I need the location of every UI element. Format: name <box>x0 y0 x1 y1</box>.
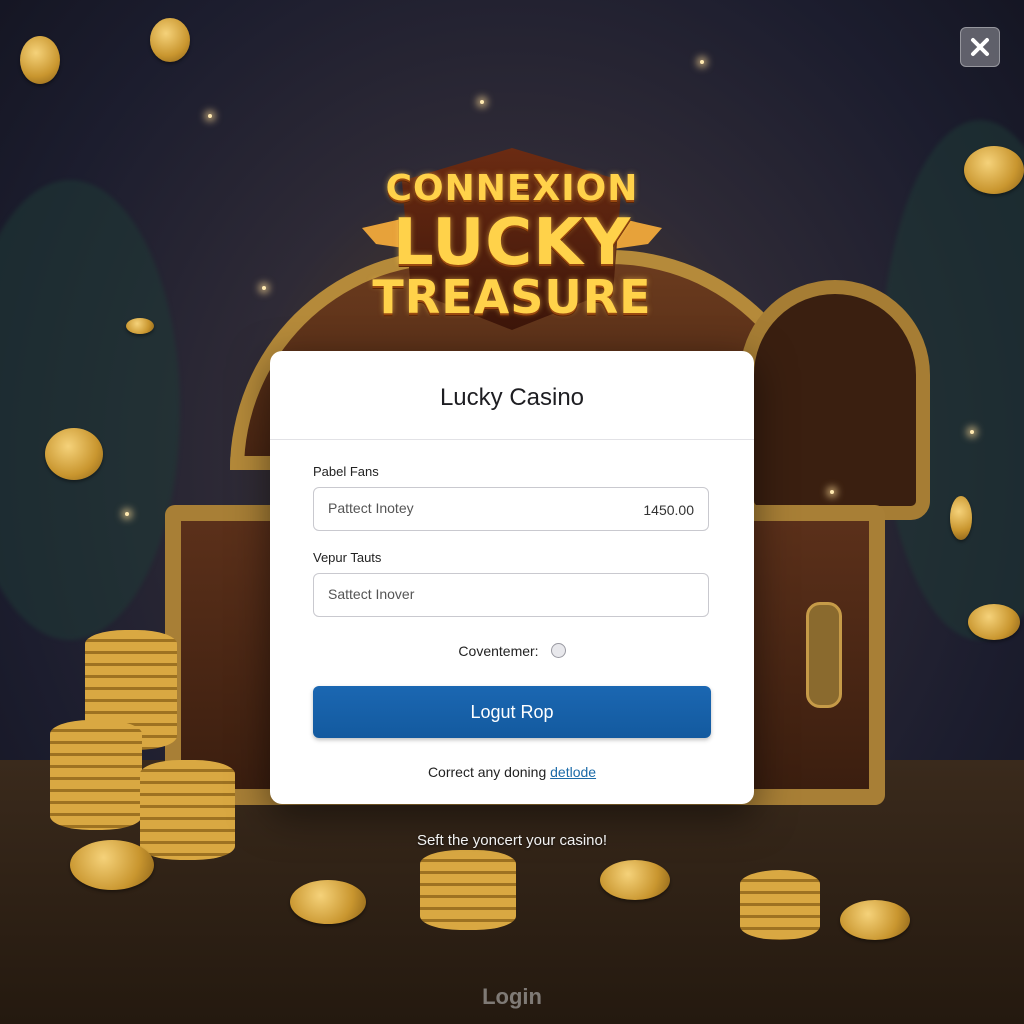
close-button[interactable] <box>960 27 1000 67</box>
coin <box>20 36 60 84</box>
coin <box>600 860 670 900</box>
coin-stack <box>50 720 142 830</box>
sparkle <box>125 512 129 516</box>
card-title: Lucky Casino <box>439 384 585 411</box>
game-logo: CONNEXION LUCKY TREASURE <box>362 148 662 330</box>
checkbox-label: Coventemer: <box>458 643 539 659</box>
logo-line-2: LUCKY <box>392 206 632 280</box>
footer-line: Correct any doning detlode <box>270 764 754 780</box>
select-field[interactable] <box>313 573 709 617</box>
logo-line-1: CONNEXION <box>385 168 639 209</box>
sparkle <box>970 430 974 434</box>
coin-stack <box>740 870 820 940</box>
card-header: Lucky Casino <box>270 351 754 440</box>
foliage-left <box>0 180 180 640</box>
chest-lid-side <box>740 280 930 520</box>
coin <box>950 496 972 540</box>
coin <box>290 880 366 924</box>
chest-lock <box>806 602 842 708</box>
login-card: Lucky Casino Pabel Fans 1450.00 Vepur Ta… <box>270 351 754 804</box>
footer-link[interactable]: detlode <box>550 764 596 780</box>
coin <box>964 146 1024 194</box>
radio-toggle[interactable] <box>550 643 566 658</box>
sparkle <box>262 286 266 290</box>
select-input[interactable] <box>328 586 588 602</box>
field-2-label: Vepur Tauts <box>313 550 382 565</box>
sparkle <box>830 490 834 494</box>
sparkle <box>208 114 212 118</box>
coin <box>45 428 103 480</box>
checkbox-row: Coventemer: <box>270 643 754 659</box>
tagline: Seft the yoncert your casino! <box>416 832 608 849</box>
coin <box>840 900 910 940</box>
amount-input[interactable] <box>328 500 588 516</box>
close-icon <box>971 38 989 56</box>
sparkle <box>700 60 704 64</box>
logo-line-3: TREASURE <box>372 270 652 324</box>
sparkle <box>480 100 484 104</box>
amount-field[interactable]: 1450.00 <box>313 487 709 531</box>
amount-value: 1450.00 <box>643 502 694 518</box>
field-1-label: Pabel Fans <box>313 464 379 479</box>
coin <box>126 318 154 334</box>
bottom-login-label: Login <box>482 984 542 1009</box>
submit-button[interactable]: Logut Rop <box>313 686 711 738</box>
footer-text: Correct any doning <box>427 764 547 780</box>
coin-stack <box>420 850 516 930</box>
coin <box>150 18 190 62</box>
coin <box>968 604 1020 640</box>
